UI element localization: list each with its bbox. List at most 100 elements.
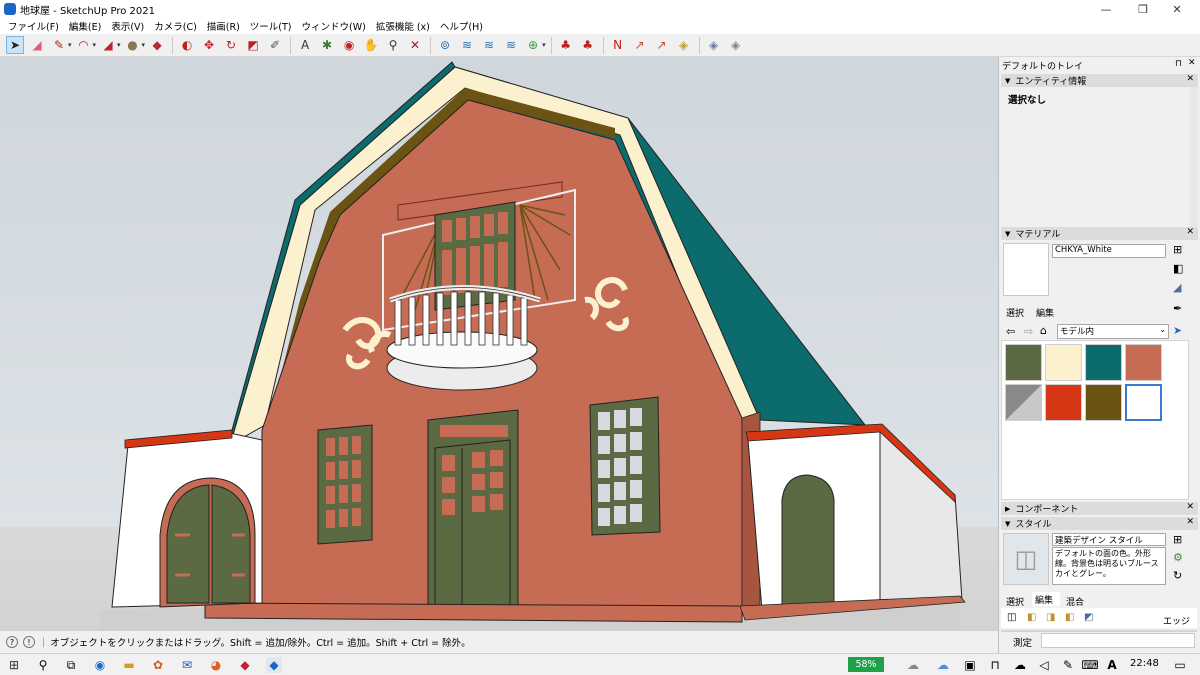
- tray-scrollbar[interactable]: [1189, 87, 1198, 227]
- dropdown-arrow-icon[interactable]: ▾: [142, 41, 146, 49]
- scale-tool[interactable]: ◩: [244, 36, 262, 54]
- dropdown-arrow-icon[interactable]: ▾: [68, 41, 72, 49]
- close-window-button[interactable]: ✕: [1154, 0, 1200, 18]
- keyboard-icon[interactable]: ⌨: [1081, 657, 1098, 673]
- material-name-field[interactable]: CHKYA_White: [1052, 244, 1166, 258]
- cloud-sync-icon[interactable]: ☁: [1012, 657, 1028, 673]
- sketchup-taskbar-icon[interactable]: ◆: [266, 657, 282, 673]
- mail-icon[interactable]: ✉: [179, 657, 195, 673]
- sample-paint-icon[interactable]: ◢: [1173, 281, 1181, 294]
- group-icon[interactable]: ◈: [675, 36, 693, 54]
- background-settings-icon[interactable]: ◨: [1046, 612, 1055, 623]
- search-icon[interactable]: ⚲: [35, 657, 51, 673]
- styles-tab-select[interactable]: 選択: [1006, 595, 1024, 608]
- close-panel-icon[interactable]: ✕: [1186, 74, 1194, 84]
- back-icon[interactable]: ⇦: [1006, 325, 1015, 338]
- arc-tool[interactable]: ◠: [75, 36, 93, 54]
- menu-window[interactable]: ウィンドウ(W): [297, 19, 371, 33]
- firefox-icon[interactable]: ◕: [208, 657, 224, 673]
- windows-start-icon[interactable]: ⊞: [6, 657, 22, 673]
- material-swatch[interactable]: [1005, 384, 1042, 421]
- move-tool[interactable]: ✥: [200, 36, 218, 54]
- notification-icon[interactable]: ▭: [1172, 657, 1188, 673]
- weather-icon[interactable]: ☁: [905, 657, 921, 673]
- text-tool[interactable]: A: [296, 36, 314, 54]
- entity-info-header[interactable]: ▼ エンティティ情報 ✕: [1001, 74, 1198, 87]
- watermark-settings-icon[interactable]: ◧: [1065, 612, 1074, 623]
- select-tool[interactable]: ➤: [6, 36, 24, 54]
- menu-edit[interactable]: 編集(E): [64, 19, 106, 33]
- face-settings-icon[interactable]: ◧: [1027, 612, 1036, 623]
- menu-draw[interactable]: 描画(R): [202, 19, 245, 33]
- material-library-select[interactable]: モデル内 ⌄: [1057, 324, 1169, 339]
- menu-help[interactable]: ヘルプ(H): [435, 19, 488, 33]
- north-icon[interactable]: N: [609, 36, 627, 54]
- zoom-extents-tool[interactable]: ✕: [406, 36, 424, 54]
- file-explorer-icon[interactable]: ▬: [121, 657, 137, 673]
- default-material-icon[interactable]: ◧: [1173, 262, 1183, 275]
- close-tray-icon[interactable]: ✕: [1188, 58, 1196, 68]
- refresh-icon[interactable]: ↻: [1173, 569, 1182, 582]
- credits-icon[interactable]: !: [23, 636, 35, 648]
- close-panel-icon[interactable]: ✕: [1186, 227, 1194, 237]
- solid-icon[interactable]: ◈: [727, 36, 745, 54]
- components-icon[interactable]: ≋: [458, 36, 476, 54]
- app-icon[interactable]: ✿: [150, 657, 166, 673]
- material-swatch[interactable]: [1085, 344, 1122, 381]
- component-icon[interactable]: ◈: [705, 36, 723, 54]
- edge-browser-icon[interactable]: ◉: [92, 657, 108, 673]
- dropdown-arrow-icon[interactable]: ▾: [542, 41, 546, 49]
- account-icon[interactable]: ⊕: [524, 36, 542, 54]
- materials-tab-select[interactable]: 選択: [1006, 306, 1024, 319]
- create-style-icon[interactable]: ⊞: [1173, 533, 1182, 546]
- styles-header[interactable]: ▼ スタイル ✕: [1001, 517, 1198, 530]
- app-icon[interactable]: ◆: [237, 657, 253, 673]
- materials-tab-edit[interactable]: 編集: [1036, 306, 1054, 319]
- measurements-box[interactable]: [1041, 633, 1195, 648]
- close-panel-icon[interactable]: ✕: [1186, 517, 1194, 527]
- menu-file[interactable]: ファイル(F): [3, 19, 64, 33]
- tape-measure-tool[interactable]: ✐: [266, 36, 284, 54]
- update-style-icon[interactable]: ⚙: [1173, 551, 1183, 564]
- sandbox-icon[interactable]: ♣: [557, 36, 575, 54]
- orbit-tool[interactable]: ◉: [340, 36, 358, 54]
- speaker-icon[interactable]: ◁: [1036, 657, 1052, 673]
- position-camera-icon[interactable]: ↗: [631, 36, 649, 54]
- details-arrow-icon[interactable]: ➤: [1173, 324, 1182, 337]
- edge-settings-icon[interactable]: ◫: [1007, 612, 1016, 623]
- wifi-icon[interactable]: ⊓: [987, 657, 1003, 673]
- extensions-icon[interactable]: ≋: [502, 36, 520, 54]
- materials-header[interactable]: ▼ マテリアル ✕: [1001, 227, 1198, 240]
- line-tool[interactable]: ✎: [50, 36, 68, 54]
- material-swatch[interactable]: [1125, 344, 1162, 381]
- pan-tool[interactable]: ✋: [362, 36, 380, 54]
- push-pull-tool[interactable]: ◆: [148, 36, 166, 54]
- rotate-tool[interactable]: ↻: [222, 36, 240, 54]
- geo-location-icon[interactable]: ?: [6, 636, 18, 648]
- modeling-settings-icon[interactable]: ◩: [1084, 612, 1093, 623]
- section-icon[interactable]: ♣: [579, 36, 597, 54]
- styles-tab-mix[interactable]: 混合: [1066, 595, 1084, 608]
- task-view-icon[interactable]: ⧉: [63, 657, 79, 673]
- paint-tool[interactable]: ●: [124, 36, 142, 54]
- close-panel-icon[interactable]: ✕: [1186, 502, 1194, 512]
- clock[interactable]: 22:48: [1130, 658, 1159, 669]
- forward-icon[interactable]: ⇨: [1024, 325, 1033, 338]
- shape-tool[interactable]: ◢: [99, 36, 117, 54]
- material-swatch[interactable]: [1045, 344, 1082, 381]
- components-header[interactable]: ▶ コンポーネント ✕: [1001, 502, 1198, 515]
- warehouse-icon[interactable]: ⊚: [436, 36, 454, 54]
- material-swatch[interactable]: [1045, 384, 1082, 421]
- dropdown-arrow-icon[interactable]: ▾: [93, 41, 97, 49]
- style-name-field[interactable]: 建築デザイン スタイル: [1052, 533, 1166, 546]
- create-material-icon[interactable]: ⊞: [1173, 243, 1182, 256]
- menu-tools[interactable]: ツール(T): [245, 19, 297, 33]
- eyedropper-icon[interactable]: ✒: [1173, 302, 1182, 315]
- cloud-icon[interactable]: ☁: [935, 657, 951, 673]
- home-icon[interactable]: ⌂: [1040, 324, 1047, 337]
- pin-icon[interactable]: ⊓: [1175, 59, 1182, 69]
- menu-camera[interactable]: カメラ(C): [149, 19, 202, 33]
- ime-icon[interactable]: A: [1104, 657, 1120, 673]
- material-swatch[interactable]: [1085, 384, 1122, 421]
- battery-indicator[interactable]: 58%: [848, 657, 884, 672]
